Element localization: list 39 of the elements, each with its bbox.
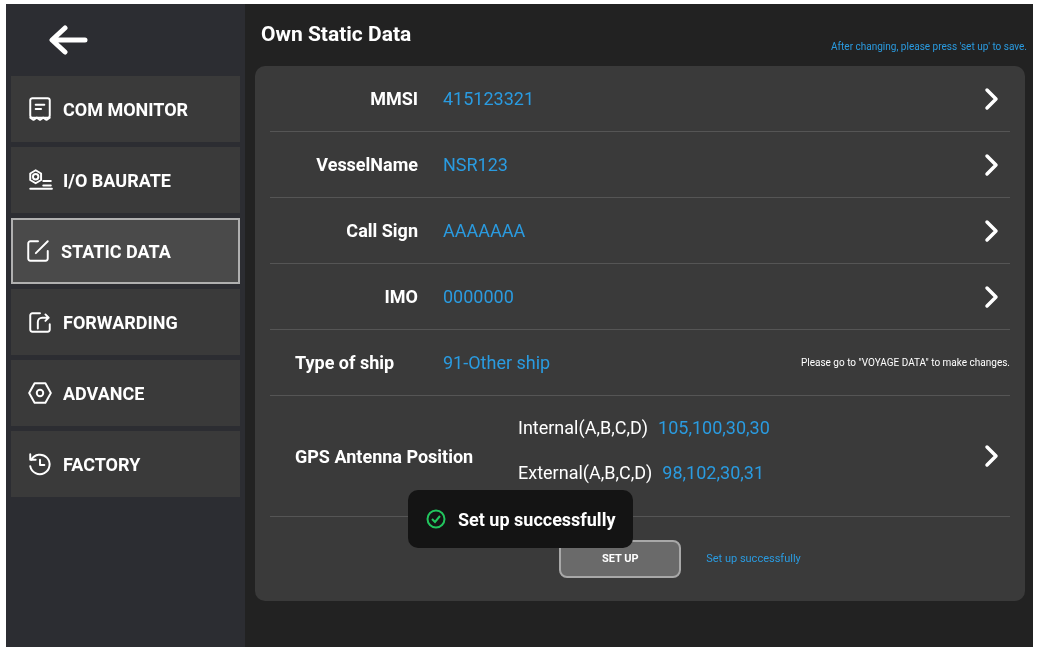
field-label: VesselName xyxy=(315,153,418,177)
field-label: MMSI xyxy=(369,87,418,111)
hexagon-icon xyxy=(27,380,53,406)
toast-message: Set up successfully xyxy=(458,507,616,532)
field-label: Type of ship xyxy=(294,351,396,375)
field-value: NSR123 xyxy=(443,153,509,177)
chevron-right-icon[interactable] xyxy=(984,218,1000,243)
share-icon xyxy=(27,309,53,335)
sidebar-item[interactable]: STATIC DATA xyxy=(11,218,240,284)
chevron-right-icon[interactable] xyxy=(984,86,1000,111)
sidebar-item[interactable]: COM MONITOR xyxy=(11,76,240,142)
position-label: External(A,B,C,D) xyxy=(518,461,653,485)
sidebar-item[interactable]: I/O BAURATE xyxy=(11,147,240,213)
position-value: 98,102,30,31 xyxy=(662,461,764,485)
history-icon xyxy=(27,451,53,477)
chevron-right-icon[interactable] xyxy=(984,444,1000,468)
page-title: Own Static Data xyxy=(261,20,412,48)
back-arrow-icon xyxy=(48,25,88,55)
chevron-right-icon[interactable] xyxy=(984,284,1000,309)
gear-lines-icon xyxy=(27,167,53,193)
receipt-icon xyxy=(27,96,53,122)
save-hint: After changing, please press 'set up' to save. xyxy=(831,40,1027,54)
field-value: 0000000 xyxy=(443,285,515,309)
field-label: GPS Antenna Position xyxy=(294,444,475,469)
edit-icon xyxy=(25,238,51,264)
field-value: 91-Other ship xyxy=(443,351,552,375)
field-label: Call Sign xyxy=(345,219,418,243)
check-circle-icon xyxy=(426,509,446,529)
chevron-right-icon[interactable] xyxy=(984,152,1000,177)
sidebar-item[interactable]: ADVANCE xyxy=(11,360,240,426)
position-label: Internal(A,B,C,D) xyxy=(518,416,649,440)
sidebar-item[interactable]: FACTORY xyxy=(11,431,240,497)
sidebar-item[interactable]: FORWARDING xyxy=(11,289,240,355)
field-label: IMO xyxy=(383,285,418,309)
readonly-note: Please go to "VOYAGE DATA" to make changes. xyxy=(800,356,1010,370)
position-value: 105,100,30,30 xyxy=(658,416,770,440)
field-value: AAAAAAA xyxy=(443,219,527,243)
field-value: 415123321 xyxy=(443,87,536,111)
status-message: Set up successfully xyxy=(706,550,801,567)
